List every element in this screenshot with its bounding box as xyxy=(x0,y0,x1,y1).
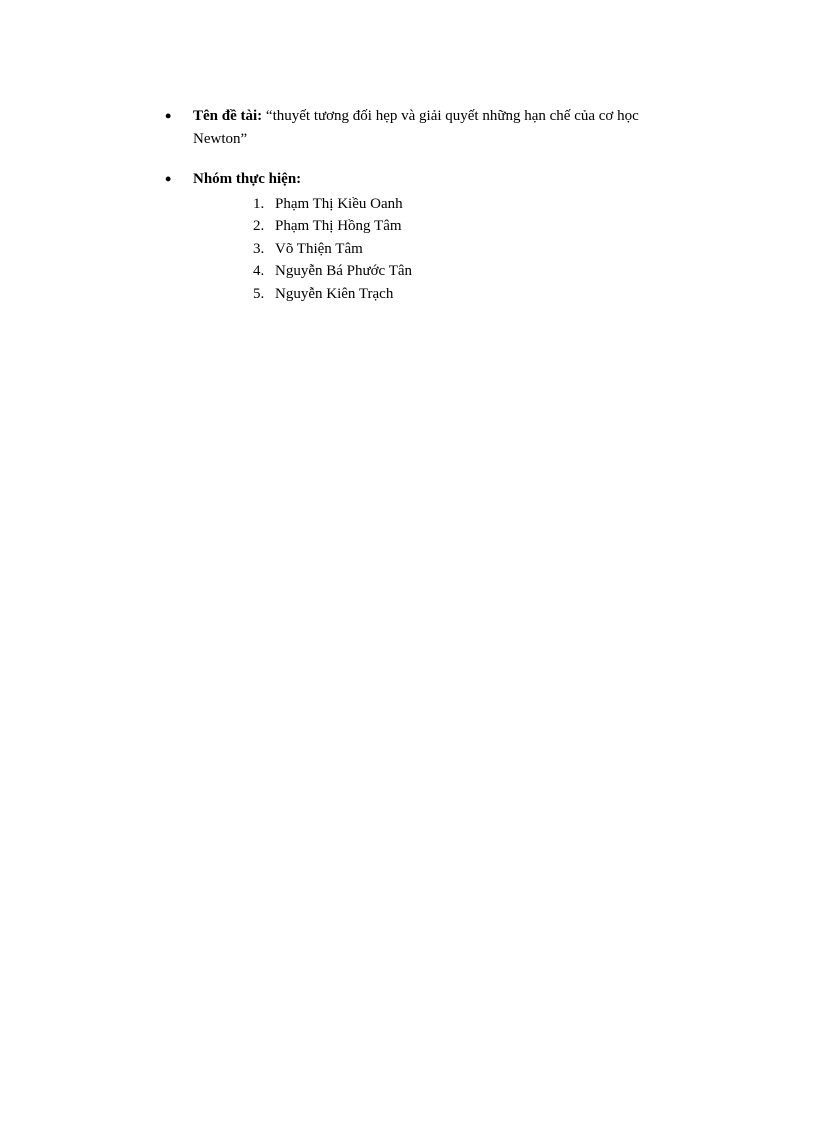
team-members-list: 1. Phạm Thị Kiều Oanh 2. Phạm Thị Hồng T… xyxy=(253,193,696,306)
team-item: Nhóm thực hiện: 1. Phạm Thị Kiều Oanh 2.… xyxy=(165,168,696,305)
list-item: 5. Nguyễn Kiên Trạch xyxy=(253,283,696,306)
member-name: Nguyễn Bá Phước Tân xyxy=(275,260,696,283)
member-number: 1. xyxy=(253,193,275,216)
member-number: 4. xyxy=(253,260,275,283)
member-name: Phạm Thị Hồng Tâm xyxy=(275,215,696,238)
member-number: 3. xyxy=(253,238,275,261)
team-label: Nhóm thực hiện: xyxy=(193,171,301,187)
list-item: 4. Nguyễn Bá Phước Tân xyxy=(253,260,696,283)
topic-item: Tên đề tài: “thuyết tương đối hẹp và giả… xyxy=(165,105,696,150)
member-number: 2. xyxy=(253,215,275,238)
member-name: Nguyễn Kiên Trạch xyxy=(275,283,696,306)
member-name: Phạm Thị Kiều Oanh xyxy=(275,193,696,216)
member-number: 5. xyxy=(253,283,275,306)
list-item: 3. Võ Thiện Tâm xyxy=(253,238,696,261)
list-item: 1. Phạm Thị Kiều Oanh xyxy=(253,193,696,216)
list-item: 2. Phạm Thị Hồng Tâm xyxy=(253,215,696,238)
topic-label: Tên đề tài: xyxy=(193,108,262,124)
member-name: Võ Thiện Tâm xyxy=(275,238,696,261)
